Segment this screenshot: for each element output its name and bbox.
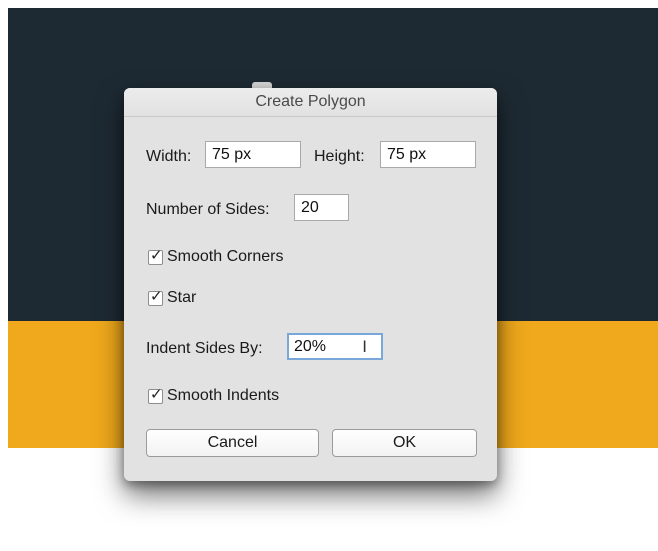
smooth-indents-checkbox[interactable]: ✓ Smooth Indents bbox=[148, 385, 279, 407]
text-cursor-icon: I bbox=[362, 337, 367, 356]
page-margin-left bbox=[0, 0, 8, 448]
checkmark-icon: ✓ bbox=[150, 245, 163, 264]
indent-sides-value: 20% bbox=[294, 338, 327, 355]
smooth-corners-label[interactable]: Smooth Corners bbox=[167, 248, 284, 266]
checkmark-icon: ✓ bbox=[150, 384, 163, 403]
checkmark-icon: ✓ bbox=[150, 286, 163, 305]
smooth-corners-checkbox[interactable]: ✓ Smooth Corners bbox=[148, 246, 284, 268]
page-margin-top bbox=[0, 0, 658, 8]
ok-button[interactable]: OK bbox=[332, 429, 477, 457]
indent-sides-label: Indent Sides By: bbox=[146, 340, 263, 357]
smooth-corners-check-box[interactable]: ✓ bbox=[148, 246, 163, 265]
height-input[interactable]: 75 px bbox=[380, 141, 476, 168]
cancel-button[interactable]: Cancel bbox=[146, 429, 319, 457]
number-of-sides-input[interactable]: 20 bbox=[294, 194, 349, 221]
star-check-box[interactable]: ✓ bbox=[148, 287, 163, 306]
width-input[interactable]: 75 px bbox=[205, 141, 301, 168]
width-label: Width: bbox=[146, 148, 192, 165]
height-label: Height: bbox=[314, 148, 365, 165]
smooth-indents-label[interactable]: Smooth Indents bbox=[167, 387, 279, 405]
star-checkbox[interactable]: ✓ Star bbox=[148, 287, 196, 309]
star-label[interactable]: Star bbox=[167, 289, 196, 307]
dialog-title: Create Polygon bbox=[124, 88, 497, 117]
number-of-sides-label: Number of Sides: bbox=[146, 201, 270, 218]
indent-sides-input[interactable]: 20% I bbox=[287, 333, 383, 360]
create-polygon-dialog: Create Polygon Width: 75 px Height: 75 p… bbox=[124, 88, 497, 481]
smooth-indents-check-box[interactable]: ✓ bbox=[148, 385, 163, 404]
